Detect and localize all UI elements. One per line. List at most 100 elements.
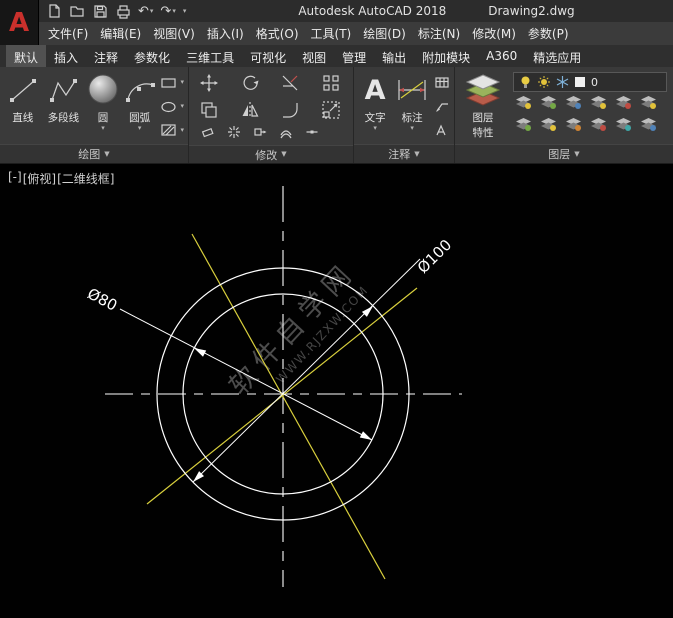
app-menu-button[interactable]: A	[0, 0, 39, 45]
rotate-tool-button[interactable]	[240, 73, 269, 97]
dimension-tool-button[interactable]: 标注 ▾	[392, 69, 432, 144]
rectangle-tool-button[interactable]: ▾	[158, 76, 186, 90]
ribbon-tab-parametric[interactable]: 参数化	[126, 45, 178, 67]
ribbon-tab-add-ins[interactable]: 附加模块	[414, 45, 478, 67]
plot-button[interactable]	[115, 3, 131, 19]
copy-tool-button[interactable]	[199, 100, 228, 124]
layer-match-button[interactable]	[640, 95, 657, 114]
layer-tools-row-2	[513, 117, 667, 136]
polyline-tool-label: 多段线	[48, 110, 80, 125]
scale-tool-button[interactable]	[321, 100, 350, 124]
viewport-menu-control[interactable]: [-]	[8, 170, 22, 187]
explode-icon	[227, 125, 241, 139]
ribbon-tab-3d-tools[interactable]: 三维工具	[178, 45, 242, 67]
menu-tools[interactable]: 工具(T)	[305, 22, 358, 45]
menu-format[interactable]: 格式(O)	[250, 22, 305, 45]
text-style-tool-button[interactable]	[432, 124, 452, 137]
ribbon-tab-view[interactable]: 视图	[294, 45, 334, 67]
layer-unisolate-button[interactable]	[615, 117, 632, 136]
ribbon-tab-home[interactable]: 默认	[6, 45, 46, 67]
annotate-panel-title: 注释	[388, 146, 410, 162]
erase-icon	[201, 125, 215, 139]
text-tool-button[interactable]: A 文字 ▾	[358, 69, 392, 144]
layer-lock-button[interactable]	[590, 95, 607, 114]
join-tool-button[interactable]	[305, 124, 319, 143]
panel-expand-icon: ▼	[414, 151, 419, 158]
move-tool-button[interactable]	[199, 73, 228, 97]
fillet-tool-button[interactable]	[280, 100, 309, 124]
layer-off-button[interactable]	[515, 95, 532, 114]
ribbon-tab-visualize[interactable]: 可视化	[242, 45, 294, 67]
model-space-viewport[interactable]: [-] [俯视] [二维线框] 软件自学网 WWW.RJZXW.COM	[0, 164, 673, 618]
mirror-tool-button[interactable]	[240, 100, 269, 124]
trim-tool-button[interactable]	[280, 73, 309, 97]
erase-tool-button[interactable]	[201, 124, 215, 143]
construction-line-1[interactable]	[192, 234, 385, 579]
array-tool-button[interactable]	[321, 73, 350, 97]
line-tool-label: 直线	[12, 110, 33, 125]
layer-delete-button[interactable]	[590, 117, 607, 136]
table-tool-button[interactable]	[432, 76, 452, 89]
layer-on-button[interactable]	[615, 95, 632, 114]
drawing-canvas[interactable]: 软件自学网 WWW.RJZXW.COM Ø80	[0, 164, 673, 618]
layer-panel-expander[interactable]: 图层 ▼	[455, 144, 673, 163]
dimension-tool-label: 标注	[402, 110, 423, 125]
leader-tool-button[interactable]	[432, 100, 452, 113]
autocad-window: A ↶ ▾ ↷ ▾ ▾	[0, 0, 673, 618]
ribbon-tab-a360[interactable]: A360	[478, 45, 525, 67]
menu-modify[interactable]: 修改(M)	[466, 22, 522, 45]
scale-icon	[321, 100, 341, 120]
ribbon-tab-featured-apps[interactable]: 精选应用	[525, 45, 589, 67]
annotate-panel-expander[interactable]: 注释 ▼	[354, 144, 454, 163]
undo-button[interactable]: ↶ ▾	[138, 5, 153, 18]
menu-insert[interactable]: 插入(I)	[201, 22, 250, 45]
chevron-down-icon: ▾	[138, 125, 142, 132]
menu-dimension[interactable]: 标注(N)	[412, 22, 466, 45]
mirror-icon	[240, 100, 260, 120]
layer-fade-button[interactable]	[640, 117, 657, 136]
circle-tool-button[interactable]: 圆 ▾	[85, 69, 121, 144]
qat-customize-button[interactable]: ▾	[183, 8, 187, 15]
rotate-icon	[240, 73, 260, 93]
layer-properties-label-1: 图层	[473, 110, 494, 125]
chevron-down-icon: ▾	[410, 125, 414, 132]
polyline-tool-button[interactable]: 多段线	[42, 69, 86, 144]
stretch-icon	[253, 125, 267, 139]
open-file-button[interactable]	[69, 3, 85, 19]
menu-view[interactable]: 视图(V)	[147, 22, 201, 45]
modify-panel-expander[interactable]: 修改 ▼	[189, 145, 353, 163]
hatch-tool-button[interactable]: ▾	[158, 123, 186, 137]
menu-edit[interactable]: 编辑(E)	[94, 22, 147, 45]
layer-tools-row-1	[513, 95, 667, 114]
stretch-tool-button[interactable]	[253, 124, 267, 143]
menu-draw[interactable]: 绘图(D)	[357, 22, 412, 45]
watermark: 软件自学网 WWW.RJZXW.COM	[223, 256, 374, 413]
circle-icon	[86, 72, 120, 108]
save-button[interactable]	[92, 3, 108, 19]
layer-freeze-button[interactable]	[565, 95, 582, 114]
line-tool-button[interactable]: 直线	[4, 69, 42, 144]
menu-parametric[interactable]: 参数(P)	[522, 22, 575, 45]
layer-isolate-button[interactable]	[540, 95, 557, 114]
arc-tool-button[interactable]: 圆弧 ▾	[121, 69, 159, 144]
layer-prev-button[interactable]	[515, 117, 532, 136]
layer-selector[interactable]: 0	[513, 72, 667, 92]
ribbon-tab-annotate[interactable]: 注释	[86, 45, 126, 67]
layer-properties-button[interactable]: 图层 特性	[459, 69, 507, 144]
explode-tool-button[interactable]	[227, 124, 241, 143]
offset-tool-button[interactable]	[279, 124, 293, 143]
text-style-icon	[434, 124, 450, 137]
viewport-view-control[interactable]: [俯视]	[23, 170, 56, 187]
layer-walk-button[interactable]	[540, 117, 557, 136]
draw-panel: 直线 多段线 圆 ▾	[0, 67, 189, 163]
menu-file[interactable]: 文件(F)	[42, 22, 94, 45]
layer-merge-button[interactable]	[565, 117, 582, 136]
redo-button[interactable]: ↷ ▾	[160, 5, 175, 18]
draw-panel-expander[interactable]: 绘图 ▼	[0, 144, 188, 163]
new-file-button[interactable]	[46, 3, 62, 19]
ribbon-tab-output[interactable]: 输出	[374, 45, 414, 67]
ribbon-tab-insert[interactable]: 插入	[46, 45, 86, 67]
ellipse-tool-button[interactable]: ▾	[158, 100, 186, 114]
viewport-visual-style-control[interactable]: [二维线框]	[57, 170, 114, 187]
ribbon-tab-manage[interactable]: 管理	[334, 45, 374, 67]
